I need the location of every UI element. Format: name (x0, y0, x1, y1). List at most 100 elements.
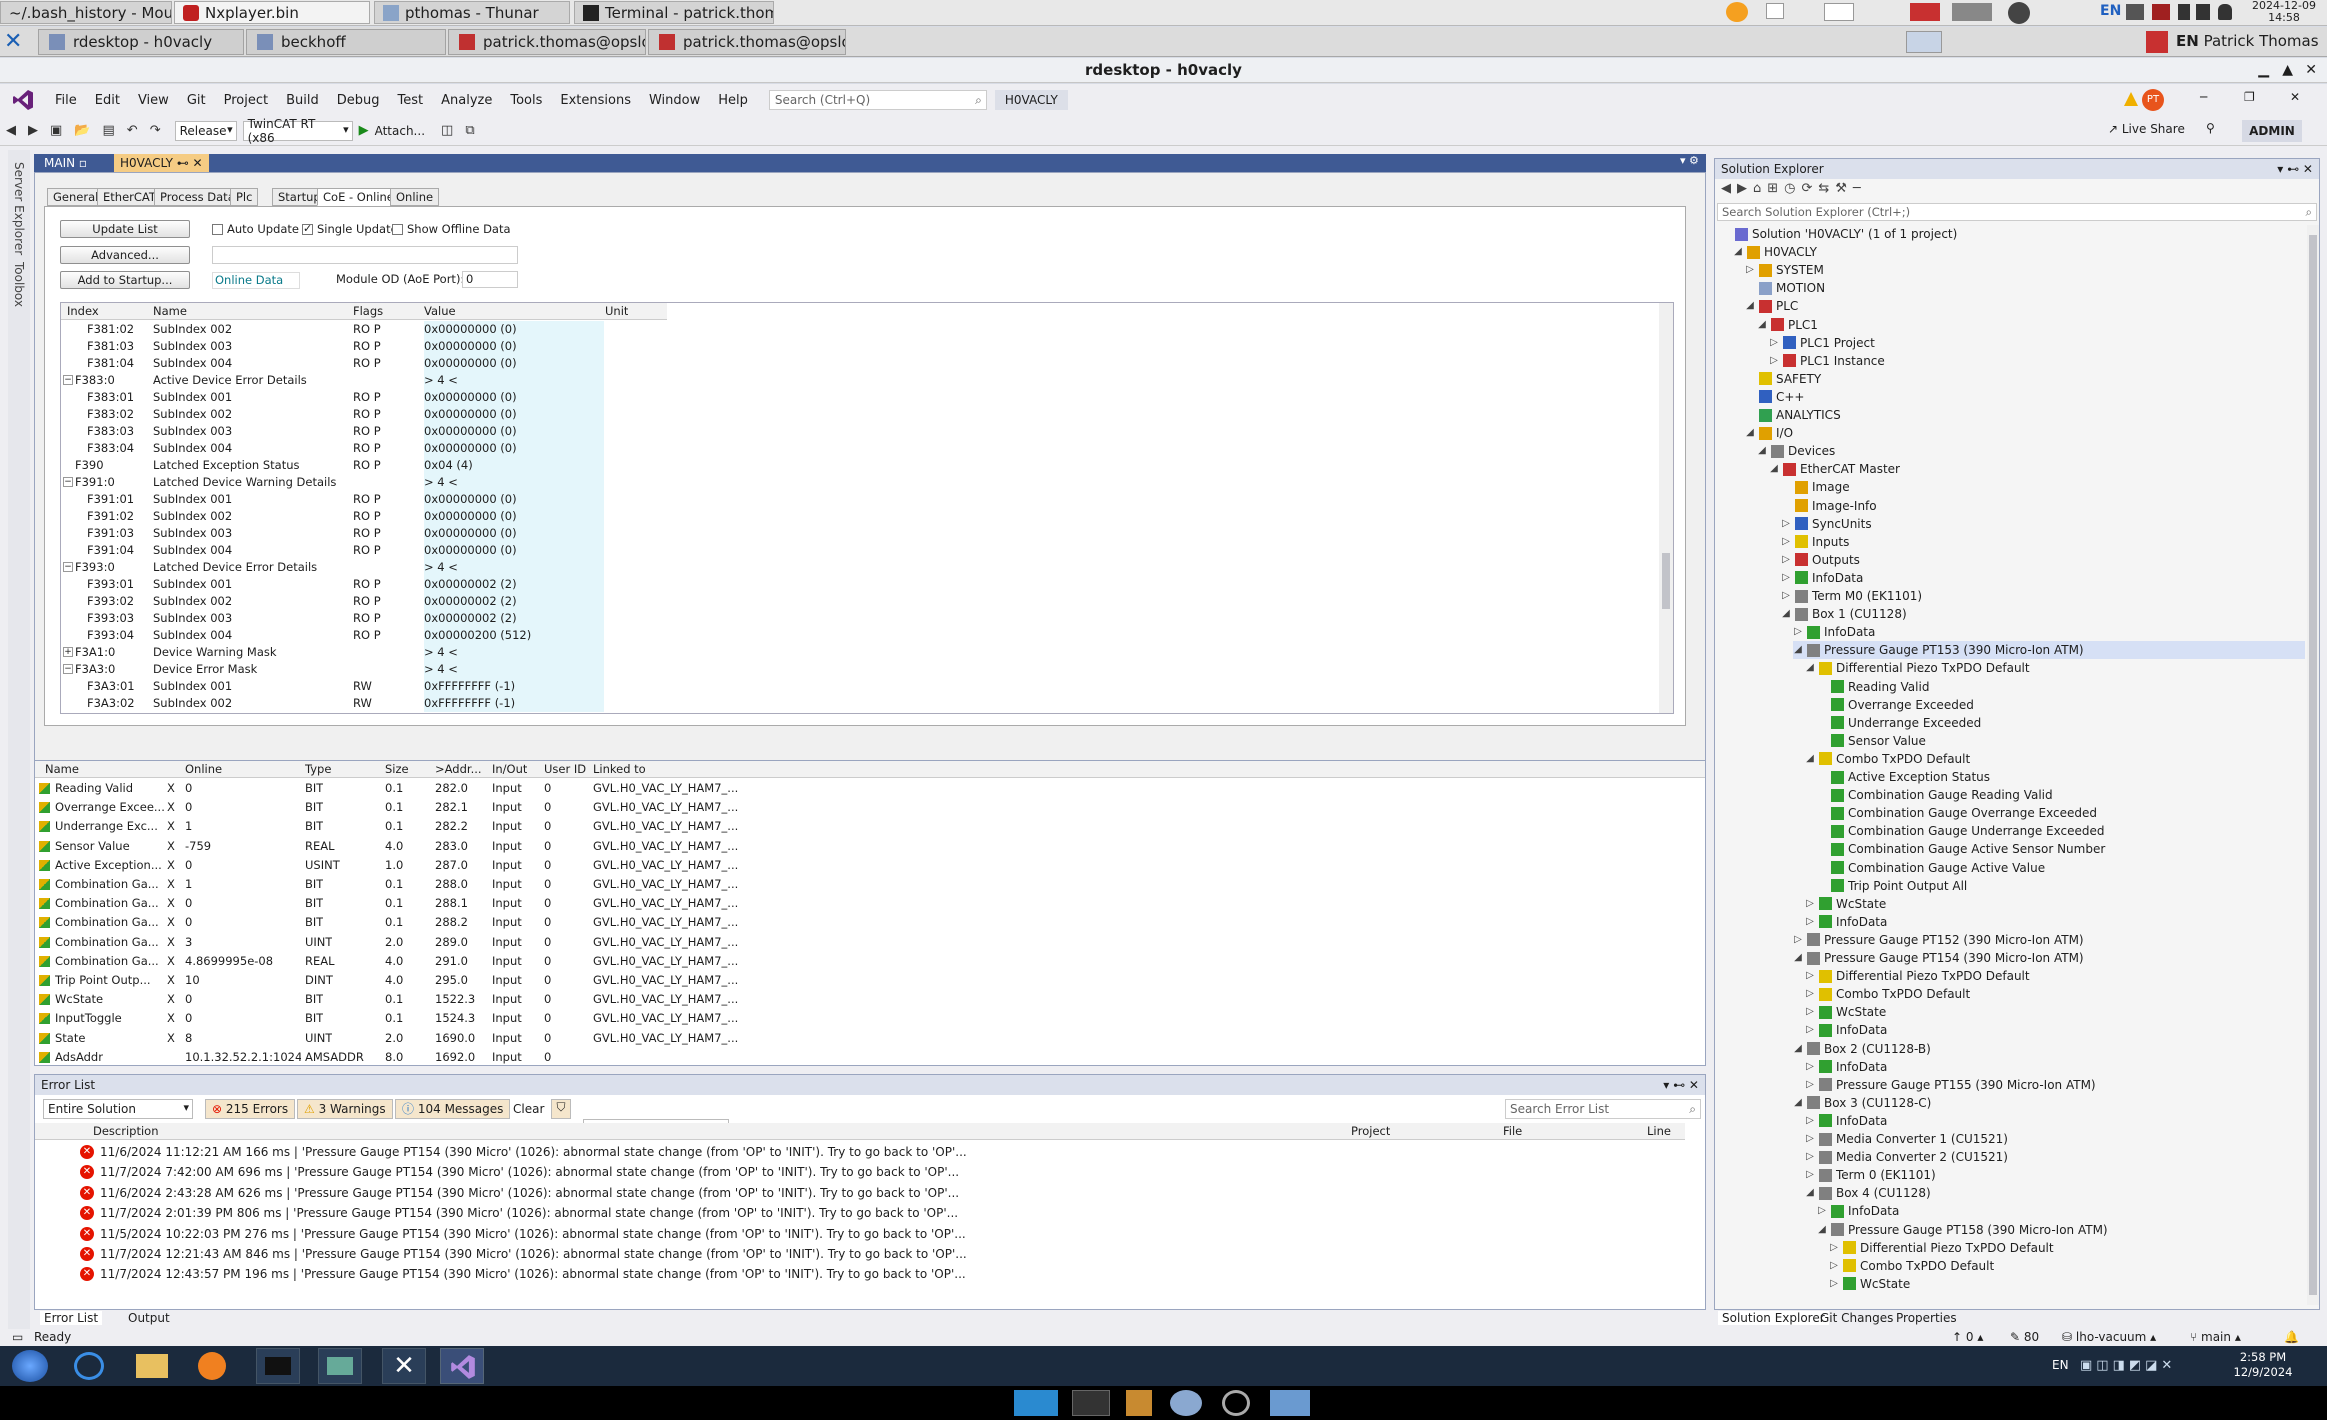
warning-icon[interactable] (2124, 92, 2138, 106)
col-online[interactable]: Online (185, 761, 222, 778)
expand-arrow-icon[interactable]: ▷ (1805, 967, 1815, 985)
expand-toggle-icon[interactable]: − (63, 375, 73, 385)
tm-icon[interactable] (1910, 3, 1940, 21)
var-row[interactable]: InputToggle X 0 BIT 0.1 1524.3 Input 0 GVL.H0_VA… (35, 1010, 1675, 1027)
search-icon[interactable] (1222, 1390, 1250, 1416)
close-icon[interactable]: ▾ ⊷ ✕ (2277, 159, 2313, 179)
tree-item[interactable]: C++ (1745, 388, 1805, 406)
expand-arrow-icon[interactable]: ◢ (1745, 424, 1755, 442)
coe-value[interactable]: > 4 < (424, 474, 604, 491)
col-type[interactable]: Type (305, 761, 331, 778)
tree-item[interactable]: MOTION (1745, 279, 1825, 297)
coe-value[interactable]: 0x00000000 (0) (424, 542, 604, 559)
tree-item[interactable]: ▷ InfoData (1805, 913, 1887, 931)
tab-menu-icon[interactable]: ▾ ⚙ (1680, 154, 1699, 167)
host-task-nxplayer[interactable]: Nxplayer.bin (174, 1, 370, 24)
filter-icon[interactable]: ⛉ (551, 1099, 571, 1119)
archive-icon[interactable] (1126, 1390, 1152, 1416)
coe-value[interactable]: 0x00000002 (2) (424, 610, 604, 627)
var-row[interactable]: Underrange Exc... X 1 BIT 0.1 282.2 Input 0 GVL.… (35, 818, 1675, 835)
tree-item[interactable]: ▷ InfoData (1793, 623, 1875, 641)
attach-button[interactable]: Attach... (375, 124, 425, 138)
error-row[interactable]: ✕ 11/7/2024 12:43:57 PM 196 ms | 'Pressur… (80, 1265, 966, 1283)
undo-icon[interactable]: ↶ (121, 123, 144, 138)
host-task-thunar[interactable]: pthomas - Thunar (374, 1, 570, 24)
tree-item[interactable]: Overrange Exceeded (1817, 696, 1974, 714)
coe-row[interactable]: − F393:0 Latched Device Error Details > 4 < (61, 559, 667, 576)
expand-arrow-icon[interactable]: ◢ (1757, 442, 1767, 460)
tree-item[interactable]: ▷ Pressure Gauge PT152 (390 Micro-Ion ATM… (1793, 931, 2083, 949)
camera-icon[interactable]: ⧉ (459, 123, 480, 138)
menu-analyze[interactable]: Analyze (432, 93, 501, 108)
error-row[interactable]: ✕ 11/7/2024 12:21:43 AM 846 ms | 'Pressur… (80, 1245, 967, 1263)
platform-select[interactable]: TwinCAT RT (x86 (242, 117, 353, 145)
tree-item[interactable]: ◢ Box 3 (CU1128-C) (1793, 1094, 1931, 1112)
admin-badge[interactable]: ADMIN (2242, 120, 2302, 142)
coe-row[interactable]: F383:04 SubIndex 004 RO P 0x00000000 (0) (61, 440, 667, 457)
coe-row[interactable]: F381:02 SubIndex 002 RO P 0x00000000 (0) (61, 321, 667, 338)
restore-icon[interactable]: ❐ (2244, 90, 2255, 104)
mic-icon[interactable] (2178, 4, 2190, 20)
lang-indicator[interactable]: EN (2100, 3, 2121, 19)
coe-row[interactable]: F391:03 SubIndex 003 RO P 0x00000000 (0) (61, 525, 667, 542)
tree-item[interactable]: ◢ Box 4 (CU1128) (1805, 1184, 1931, 1202)
workspace-icon[interactable] (1952, 3, 1992, 21)
coe-row[interactable]: F381:04 SubIndex 004 RO P 0x00000000 (0) (61, 355, 667, 372)
expand-arrow-icon[interactable]: ▷ (1793, 931, 1803, 949)
errors-filter-button[interactable]: ⊗ 215 Errors (205, 1099, 296, 1119)
open-icon[interactable]: 📂 (68, 123, 96, 138)
coe-value[interactable]: 0x00000000 (0) (424, 423, 604, 440)
expand-arrow-icon[interactable]: ▷ (1817, 1202, 1827, 1220)
tree-item[interactable]: ▷ InfoData (1805, 1021, 1887, 1039)
tree-item[interactable]: ◢ Devices (1757, 442, 1835, 460)
expand-arrow-icon[interactable]: ▷ (1745, 261, 1755, 279)
menu-extensions[interactable]: Extensions (551, 93, 640, 108)
coe-value[interactable]: > 4 < (424, 661, 604, 678)
tree-item[interactable]: ◢ Box 1 (CU1128) (1781, 605, 1907, 623)
col-name[interactable]: Name (153, 303, 187, 320)
push-indicator[interactable]: ↑ 0 ▴ (1952, 1329, 1983, 1346)
scrollbar[interactable] (2307, 225, 2319, 1305)
tree-item[interactable]: ◢ H0VACLY (1733, 243, 1817, 261)
menu-project[interactable]: Project (215, 93, 277, 108)
tree-item[interactable]: ▷ Combo TxPDO Default (1829, 1257, 1994, 1275)
var-row[interactable]: Active Exception... X 0 USINT 1.0 287.0 Input 0… (35, 857, 1675, 874)
var-row[interactable]: Combination Ga... X 0 BIT 0.1 288.1 Input 0 GVL.… (35, 895, 1675, 912)
network-icon[interactable] (2126, 4, 2144, 20)
server-explorer-tab[interactable]: Server Explorer (12, 162, 26, 255)
var-row[interactable]: Overrange Excee... X 0 BIT 0.1 282.1 Input 0 GVL… (35, 799, 1675, 816)
var-row[interactable]: WcState X 0 BIT 0.1 1522.3 Input 0 GVL.H0_VAC_LY… (35, 991, 1675, 1008)
single-update-checkbox[interactable]: Single Update (302, 222, 398, 236)
redo-icon[interactable]: ↷ (144, 123, 167, 138)
coe-row[interactable]: F393:02 SubIndex 002 RO P 0x00000002 (2) (61, 593, 667, 610)
tree-item[interactable]: Image-Info (1781, 497, 1877, 515)
error-search-input[interactable]: Search Error List ⌕ (1505, 1099, 1701, 1119)
var-row[interactable]: Combination Ga... X 4.8699995e-08 REAL 4.0 29… (35, 953, 1675, 970)
config-select[interactable]: Release (174, 120, 237, 141)
folder-icon[interactable] (136, 1354, 168, 1378)
rdtab-ssh1[interactable]: patrick.thomas@opslog... (448, 29, 646, 55)
desktop-icon[interactable] (1824, 3, 1854, 21)
tab-main[interactable]: MAIN ▫ (38, 153, 93, 173)
close-icon[interactable]: ✕ (2305, 58, 2317, 83)
expand-arrow-icon[interactable]: ◢ (1733, 243, 1743, 261)
tree-item[interactable]: ▷ Term M0 (EK1101) (1781, 587, 1922, 605)
col-linked[interactable]: Linked to (593, 761, 646, 778)
coe-value[interactable]: 0x00000000 (0) (424, 321, 604, 338)
expand-toggle-icon[interactable]: − (63, 477, 73, 487)
tab-coe-online[interactable]: CoE - Online (317, 188, 400, 206)
desktop-icon[interactable] (1014, 1390, 1058, 1416)
tree-item[interactable]: ◢ Box 2 (CU1128-B) (1793, 1040, 1931, 1058)
tree-item[interactable]: ▷ Differential Piezo TxPDO Default (1805, 967, 2029, 985)
var-row[interactable]: Reading Valid X 0 BIT 0.1 282.0 Input 0 GVL.H0_V… (35, 780, 1675, 797)
var-row[interactable]: State X 8 UINT 2.0 1690.0 Input 0 GVL.H0_VAC_LY_… (35, 1030, 1675, 1047)
expand-arrow-icon[interactable]: ◢ (1805, 659, 1815, 677)
coe-value[interactable]: 0x00000000 (0) (424, 491, 604, 508)
coe-value[interactable]: 0x04 (4) (424, 457, 604, 474)
close-icon[interactable]: ✕ (2290, 90, 2300, 104)
tab-h0vacly[interactable]: H0VACLY ⊷ ✕ (114, 154, 209, 172)
expand-arrow-icon[interactable]: ▷ (1793, 623, 1803, 641)
tree-item[interactable]: Reading Valid (1817, 678, 1929, 696)
tree-item[interactable]: Active Exception Status (1817, 768, 1990, 786)
coe-value[interactable]: > 4 < (424, 559, 604, 576)
